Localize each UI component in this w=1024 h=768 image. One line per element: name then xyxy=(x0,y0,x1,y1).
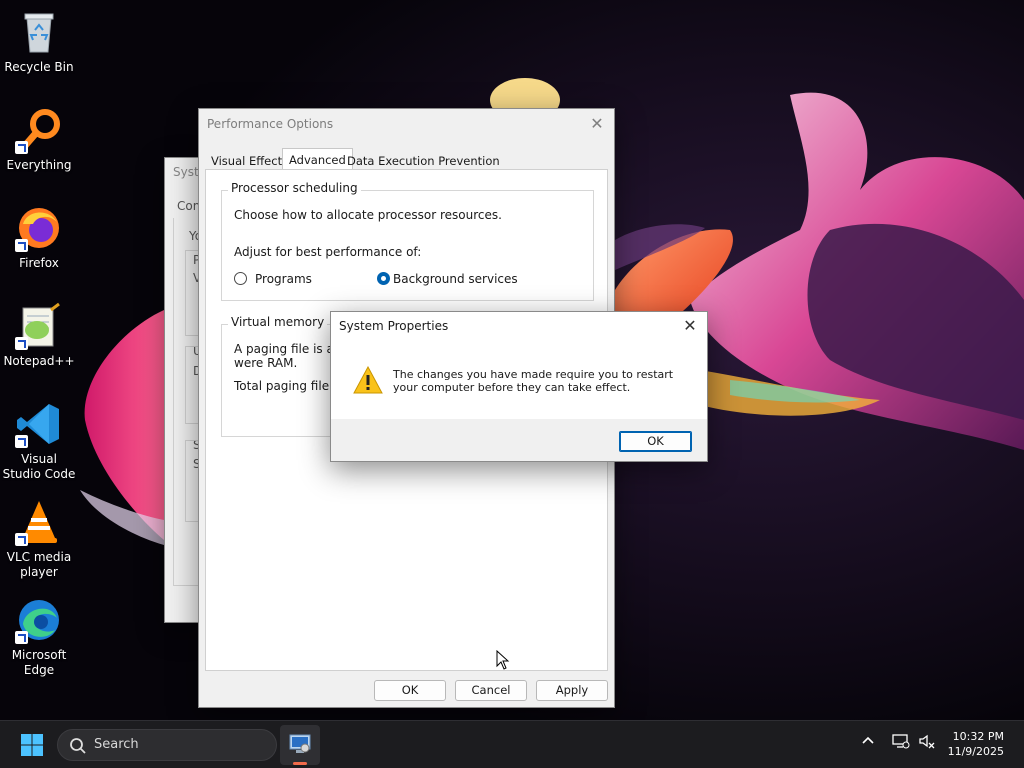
taskbar-app-system-properties[interactable] xyxy=(280,725,320,765)
group-title: Processor scheduling xyxy=(228,181,361,195)
dialog-titlebar[interactable]: System Properties ✕ xyxy=(331,312,707,340)
shortcut-arrow-icon xyxy=(15,435,28,448)
programs-radio[interactable] xyxy=(234,272,247,285)
taskbar-search-box[interactable]: Search xyxy=(57,729,277,761)
system-properties-icon xyxy=(289,734,311,753)
search-placeholder: Search xyxy=(94,737,139,752)
background-services-radio[interactable] xyxy=(377,272,390,285)
desktop-icon-everything[interactable]: Everything xyxy=(2,106,76,173)
shortcut-arrow-icon xyxy=(15,141,28,154)
processor-scheduling-group: Processor scheduling Choose how to alloc… xyxy=(221,181,594,301)
search-icon xyxy=(70,738,86,754)
firefox-icon xyxy=(15,204,63,252)
start-button[interactable] xyxy=(14,731,50,759)
windows-logo-icon xyxy=(21,734,43,756)
desktop-icon-vlc[interactable]: VLC media player xyxy=(2,498,76,580)
desktop-icon-label: Visual Studio Code xyxy=(2,452,76,481)
recycle-bin-icon xyxy=(15,8,63,56)
desktop-icon-vscode[interactable]: Visual Studio Code xyxy=(2,400,76,482)
desktop-icon-notepad-plus-plus[interactable]: Notepad++ xyxy=(2,302,76,369)
dialog-message: The changes you have made require you to… xyxy=(393,368,674,394)
clock-date: 11/9/2025 xyxy=(947,745,1004,758)
close-icon[interactable]: ✕ xyxy=(586,113,608,135)
virtual-memory-text: A paging file is an xyxy=(234,342,342,356)
vlc-icon xyxy=(15,498,63,546)
restart-required-dialog: System Properties ✕ The changes you have… xyxy=(330,311,708,462)
cancel-button[interactable]: Cancel xyxy=(455,680,527,701)
desktop-icon-recycle-bin[interactable]: Recycle Bin xyxy=(2,8,76,75)
dialog-title: System Properties xyxy=(339,319,449,333)
dialog-ok-button[interactable]: OK xyxy=(619,431,692,452)
processor-description: Choose how to allocate processor resourc… xyxy=(234,208,502,222)
desktop-icon-label: Notepad++ xyxy=(3,354,75,368)
clock-time: 10:32 PM xyxy=(952,730,1004,743)
window-titlebar[interactable]: Performance Options ✕ xyxy=(199,109,614,139)
desktop-icon-label: VLC media player xyxy=(6,550,72,579)
shortcut-arrow-icon xyxy=(15,239,28,252)
notepad-plus-plus-icon xyxy=(15,302,63,350)
network-icon[interactable] xyxy=(892,733,910,752)
desktop-icon-firefox[interactable]: Firefox xyxy=(2,204,76,271)
volume-muted-icon[interactable] xyxy=(918,733,936,752)
warning-icon xyxy=(353,365,383,397)
taskbar: Search 10:32 PM 11/9/2025 xyxy=(0,720,1024,768)
background-services-radio-label[interactable]: Background services xyxy=(393,272,518,286)
taskbar-clock[interactable]: 10:32 PM 11/9/2025 xyxy=(948,729,1004,759)
desktop-icon-label: Firefox xyxy=(19,256,59,270)
window-title: Performance Options xyxy=(207,117,334,131)
shortcut-arrow-icon xyxy=(15,533,28,546)
programs-radio-label[interactable]: Programs xyxy=(255,272,312,286)
desktop-icon-edge[interactable]: Microsoft Edge xyxy=(2,596,76,678)
shortcut-arrow-icon xyxy=(15,337,28,350)
edge-icon xyxy=(15,596,63,644)
adjust-label: Adjust for best performance of: xyxy=(234,245,422,259)
desktop-icon-label: Microsoft Edge xyxy=(11,648,67,677)
apply-button[interactable]: Apply xyxy=(536,680,608,701)
mouse-cursor-icon xyxy=(496,650,510,670)
desktop-icon-label: Everything xyxy=(6,158,72,172)
close-icon[interactable]: ✕ xyxy=(679,315,701,337)
everything-search-icon xyxy=(15,106,63,154)
shortcut-arrow-icon xyxy=(15,631,28,644)
group-title: Virtual memory xyxy=(228,315,328,329)
show-hidden-icons-chevron-icon[interactable] xyxy=(861,733,875,750)
desktop-icon-label: Recycle Bin xyxy=(4,60,74,74)
active-app-indicator xyxy=(293,762,307,765)
ok-button[interactable]: OK xyxy=(374,680,446,701)
vscode-icon xyxy=(15,400,63,448)
virtual-memory-text: were RAM. xyxy=(234,356,298,370)
dialog-body: The changes you have made require you to… xyxy=(331,340,707,419)
